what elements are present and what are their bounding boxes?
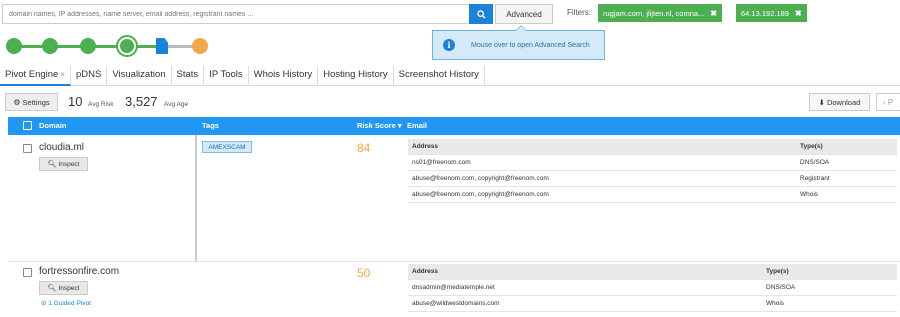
table-header: Domain Tags Risk Score ▾ Email xyxy=(8,117,900,135)
domain-name[interactable]: cloudia.ml xyxy=(39,142,84,153)
stats-bar: ⚙ Settings 10 Avg Risk 3,527 Avg Age ⬇ D… xyxy=(0,90,900,114)
document-icon[interactable] xyxy=(156,38,168,54)
tab-ip-tools[interactable]: IP Tools xyxy=(204,66,249,86)
tag-badge[interactable]: AMEXSCAM xyxy=(202,141,252,153)
inspect-label: Inspect xyxy=(58,160,80,168)
download-button[interactable]: ⬇ Download xyxy=(809,93,870,111)
email-type: Whois xyxy=(766,300,785,307)
email-row: abuse@freenom.com, copyright@freenom.com… xyxy=(408,187,897,203)
tab-screenshot-history[interactable]: Screenshot History xyxy=(394,66,485,86)
email-address[interactable]: abuse@freenom.com, copyright@freenom.com xyxy=(412,191,549,198)
email-table-header: Address Type(s) xyxy=(408,139,897,155)
row-checkbox[interactable] xyxy=(23,144,32,153)
avg-risk-label: Avg Risk xyxy=(88,101,114,108)
filter-chip-text: 64.13.192.189 xyxy=(741,8,789,18)
advanced-search-button[interactable]: Advanced xyxy=(495,4,553,24)
column-risk-score[interactable]: Risk Score ▾ xyxy=(357,121,402,130)
filter-chip-ip[interactable]: 64.13.192.189 ✖ xyxy=(736,4,807,22)
email-address-header: Address xyxy=(412,268,439,275)
prev-page-button[interactable]: ‹ P xyxy=(876,93,900,111)
table-row: fortressonfire.com 🔍︎ Inspect ⊘ 1 Guided… xyxy=(8,261,900,317)
filter-chip-domains[interactable]: rugjam.com, jlijten.nl, comna... ✖ xyxy=(598,4,722,22)
email-type: Registrant xyxy=(800,175,830,182)
email-type-header: Type(s) xyxy=(766,268,789,275)
email-address[interactable]: abuse@freenom.com, copyright@freenom.com xyxy=(412,175,549,182)
column-domain[interactable]: Domain xyxy=(39,121,67,130)
column-email[interactable]: Email xyxy=(407,121,427,130)
email-row: dnsadmin@mediatemple.net DNS/SOA xyxy=(408,280,897,296)
tab-visualization[interactable]: Visualization xyxy=(107,66,172,86)
guided-pivot-link[interactable]: ⊘ 1 Guided Pivot xyxy=(41,299,91,307)
search-icon xyxy=(476,9,486,19)
email-table-header: Address Type(s) xyxy=(408,264,897,280)
gear-icon: ⚙ xyxy=(13,97,21,107)
search-icon: 🔍︎ xyxy=(47,161,57,168)
avg-age-label: Avg Age xyxy=(164,101,189,108)
risk-score: 50 xyxy=(357,266,371,280)
tab-bar: Pivot Engine × pDNS Visualization Stats I… xyxy=(0,66,900,86)
step-dot-complete[interactable] xyxy=(6,38,22,54)
column-tags[interactable]: Tags xyxy=(202,121,219,130)
close-icon[interactable]: ✖ xyxy=(795,9,802,18)
inspect-button[interactable]: 🔍︎ Inspect xyxy=(39,281,88,295)
email-address[interactable]: ns01@freenom.com xyxy=(412,159,471,166)
email-table: Address Type(s) ns01@freenom.com DNS/SOA… xyxy=(408,139,897,203)
step-dot-complete[interactable] xyxy=(42,38,58,54)
email-address[interactable]: dnsadmin@mediatemple.net xyxy=(412,284,495,291)
pivot-icon: ⊘ xyxy=(41,300,47,307)
avg-age-value: 3,527 xyxy=(125,94,158,109)
step-dot-current[interactable] xyxy=(116,35,138,57)
email-type-header: Type(s) xyxy=(800,143,823,150)
filter-chip-text: rugjam.com, jlijten.nl, comna... xyxy=(603,8,705,18)
table-row: cloudia.ml 🔍︎ Inspect AMEXSCAM 84 Addres… xyxy=(8,135,900,261)
email-row: abuse@freenom.com, copyright@freenom.com… xyxy=(408,171,897,187)
search-bar: Advanced Filters: rugjam.com, jlijten.nl… xyxy=(0,0,900,30)
email-row: abuse@wildwestdomains.com Whois xyxy=(408,296,897,312)
stepper-line-complete xyxy=(14,45,132,48)
step-dot-pending[interactable] xyxy=(192,38,208,54)
tab-pdns[interactable]: pDNS xyxy=(71,66,108,86)
select-all-checkbox[interactable] xyxy=(23,121,32,130)
search-input[interactable] xyxy=(2,4,469,24)
info-icon: i xyxy=(443,39,455,51)
search-button[interactable] xyxy=(469,4,493,24)
tab-stats[interactable]: Stats xyxy=(172,66,205,86)
download-icon: ⬇ xyxy=(818,97,825,107)
tooltip-text: Mouse over to open Advanced Search xyxy=(471,41,590,49)
close-icon[interactable]: × xyxy=(60,70,65,79)
settings-button[interactable]: ⚙ Settings xyxy=(5,93,58,111)
advanced-search-tooltip: i Mouse over to open Advanced Search xyxy=(432,25,605,60)
filters-label: Filters: xyxy=(567,8,591,17)
guided-pivot-label: 1 Guided Pivot xyxy=(48,300,91,307)
email-table: Address Type(s) dnsadmin@mediatemple.net… xyxy=(408,264,897,312)
email-address[interactable]: abuse@wildwestdomains.com xyxy=(412,300,500,307)
email-type: Whois xyxy=(800,191,819,198)
progress-stepper xyxy=(4,35,214,58)
email-row: ns01@freenom.com DNS/SOA xyxy=(408,155,897,171)
tab-pivot-engine[interactable]: Pivot Engine × xyxy=(0,66,72,86)
row-checkbox[interactable] xyxy=(23,268,32,277)
tab-label: Pivot Engine xyxy=(5,69,59,80)
email-type: DNS/SOA xyxy=(766,284,796,291)
stepper-line-complete xyxy=(136,45,158,48)
download-label: Download xyxy=(826,97,861,107)
inspect-button[interactable]: 🔍︎ Inspect xyxy=(39,157,88,171)
avg-risk-value: 10 xyxy=(68,94,83,109)
step-dot-complete[interactable] xyxy=(80,38,96,54)
tab-hosting-history[interactable]: Hosting History xyxy=(318,66,394,86)
risk-score: 84 xyxy=(357,141,371,155)
page: Advanced Filters: rugjam.com, jlijten.nl… xyxy=(0,0,900,317)
email-address-header: Address xyxy=(412,143,439,150)
close-icon[interactable]: ✖ xyxy=(710,9,717,18)
domain-name[interactable]: fortressonfire.com xyxy=(39,266,119,277)
inspect-label: Inspect xyxy=(58,284,80,292)
settings-label: Settings xyxy=(22,97,50,107)
email-type: DNS/SOA xyxy=(800,159,830,166)
search-icon: 🔍︎ xyxy=(47,285,57,292)
tab-whois-history[interactable]: Whois History xyxy=(249,66,319,86)
